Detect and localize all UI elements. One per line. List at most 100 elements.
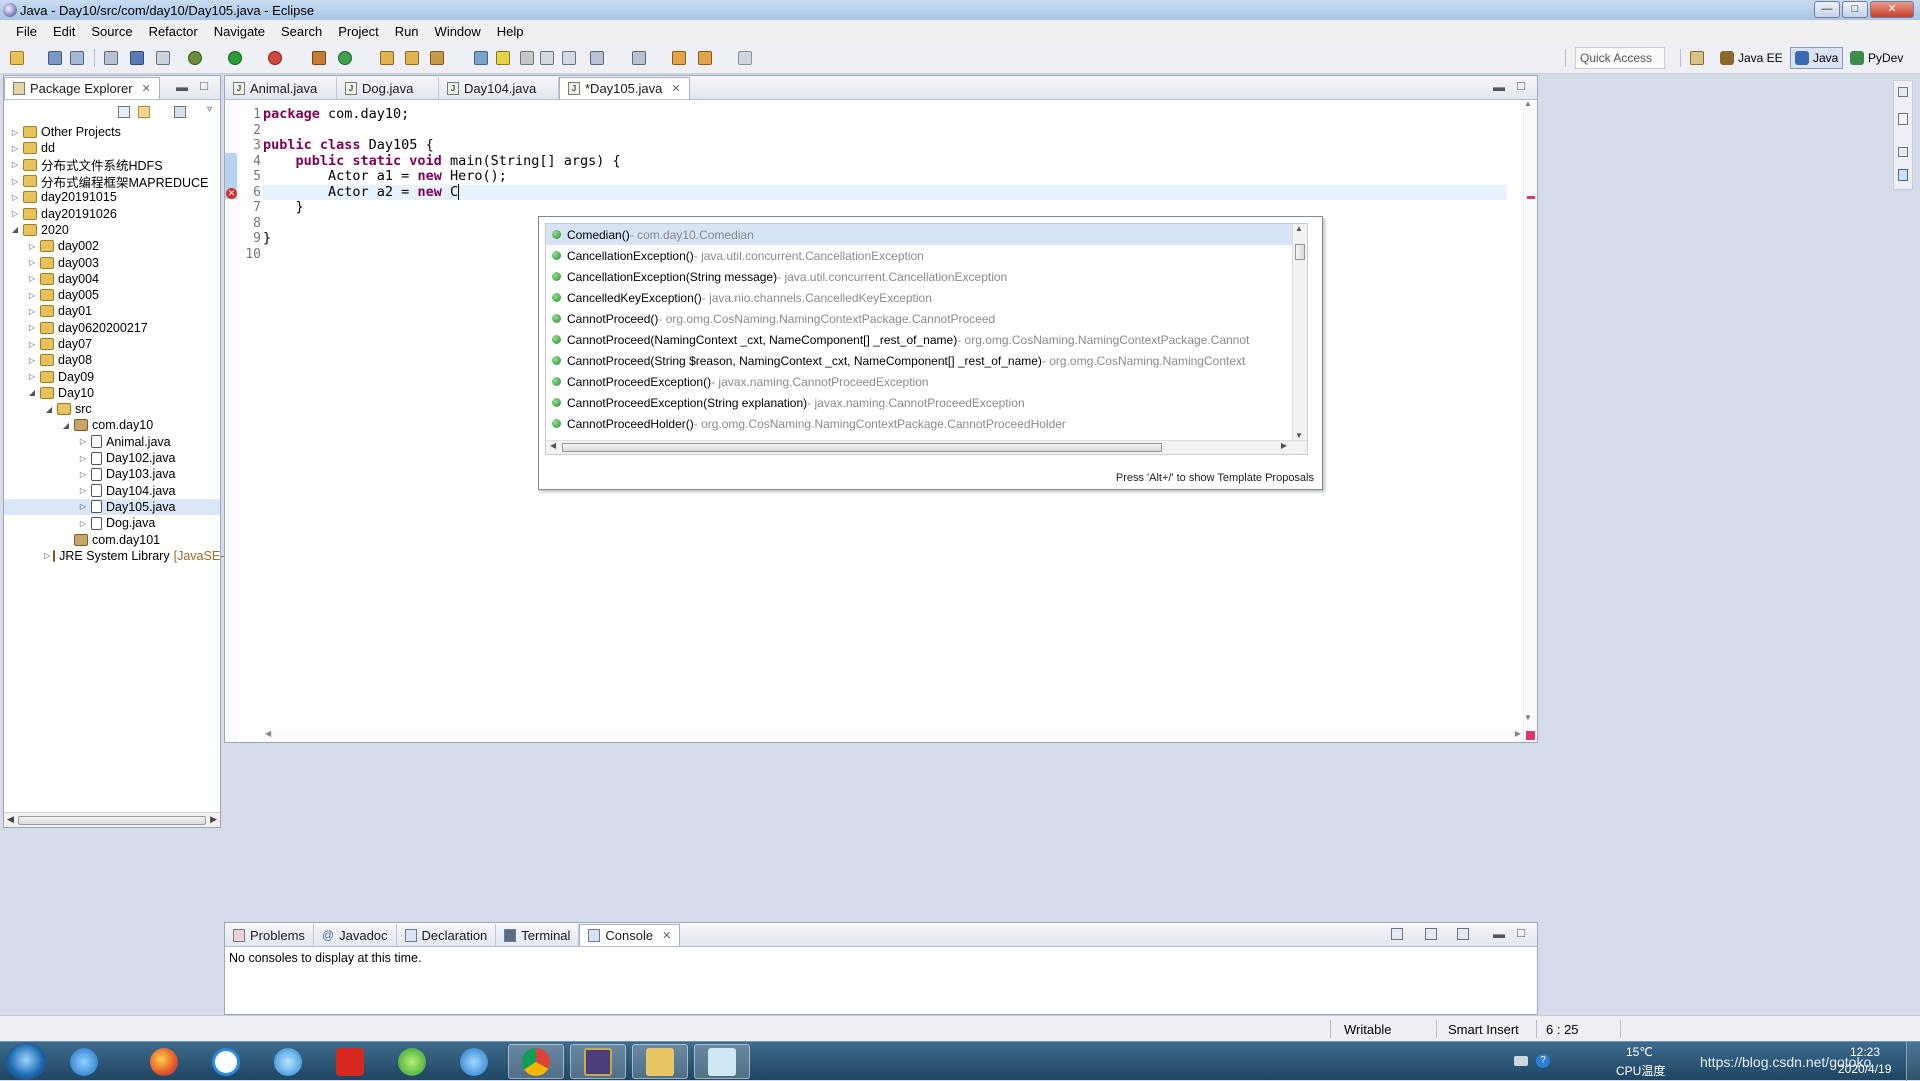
package-explorer-hscroll[interactable]: ◀ ▶ [4,812,220,827]
quick-access-field[interactable]: Quick Access [1575,47,1665,69]
expanded-arrow-icon[interactable]: ◢ [44,405,54,414]
clock-time[interactable]: 12:23 [1850,1045,1880,1059]
menu-project[interactable]: Project [330,24,386,39]
minimize-icon[interactable]: ▬ [1493,80,1505,94]
scroll-thumb[interactable] [1295,244,1305,260]
sync-taskbar-button[interactable] [384,1044,440,1079]
display-console-icon[interactable] [1425,928,1437,940]
code-line[interactable] [263,123,1507,139]
link-with-editor-icon[interactable] [138,106,150,118]
filter-icon[interactable] [174,106,186,118]
close-icon[interactable]: ✕ [662,929,671,942]
tree-item[interactable]: ▷ day004 [4,271,220,287]
proposal-item[interactable]: CancelledKeyException() - java.nio.chann… [546,287,1307,308]
collapsed-arrow-icon[interactable]: ▷ [27,323,37,332]
menu-file[interactable]: File [8,24,45,39]
minimize-button[interactable]: — [1814,1,1840,18]
tree-item[interactable]: ▷ day002 [4,238,220,254]
close-icon[interactable]: ✕ [142,82,151,95]
tree-item[interactable]: ▷ day08 [4,352,220,368]
collapsed-arrow-icon[interactable]: ▷ [27,372,37,381]
scroll-thumb[interactable] [562,443,1162,452]
tab-declaration[interactable]: Declaration [397,924,497,946]
highlight-icon[interactable] [496,51,510,65]
restore-icon-2[interactable] [1898,147,1908,157]
block-select-icon[interactable] [540,51,554,65]
menu-refactor[interactable]: Refactor [141,24,206,39]
firefox-taskbar-button[interactable] [136,1044,192,1079]
code-line[interactable]: Actor a2 = new C [263,183,1507,200]
prev-annotation-icon[interactable] [632,51,646,65]
content-assist-popup[interactable]: Comedian() - com.day10.Comedian Cancellat… [538,216,1323,490]
chrome-taskbar-button[interactable] [508,1044,564,1079]
restore-icon[interactable] [1898,87,1908,97]
menu-window[interactable]: Window [427,24,489,39]
maximize-icon[interactable]: □ [200,78,208,93]
tree-item[interactable]: ▷ day0620200217 [4,320,220,336]
proposal-item[interactable]: CancellationException() - java.util.conc… [546,245,1307,266]
new-java-project-icon[interactable] [312,51,326,65]
skip-breakpoints-icon[interactable] [156,51,170,65]
menu-navigate[interactable]: Navigate [206,24,273,39]
tab-console[interactable]: Console ✕ [579,924,681,946]
tree-item[interactable]: ▷ day005 [4,287,220,303]
maximize-button[interactable]: □ [1842,1,1868,18]
tree-item[interactable]: ▷ 分布式编程框架MAPREDUCE [4,173,220,190]
menu-help[interactable]: Help [489,24,532,39]
menu-run[interactable]: Run [387,24,427,39]
minimize-icon[interactable]: ▬ [176,80,188,94]
tree-item[interactable]: ◢ com.day10 [4,417,220,433]
maximize-icon[interactable]: □ [1517,925,1525,940]
save-all-icon[interactable] [70,51,84,65]
debug-icon[interactable] [188,51,202,65]
tree-item[interactable]: ▷ Day09 [4,368,220,384]
help-tray-icon[interactable]: ? [1536,1054,1550,1068]
proposal-item[interactable]: CannotProceed() - org.omg.CosNaming.Nami… [546,308,1307,329]
proposal-item[interactable]: CannotProceed(String $reason, NamingCont… [546,350,1307,371]
collapsed-arrow-icon[interactable]: ▷ [27,356,37,365]
collapsed-arrow-icon[interactable]: ▷ [27,340,37,349]
collapsed-arrow-icon[interactable]: ▷ [78,502,88,511]
expanded-arrow-icon[interactable]: ◢ [10,225,20,234]
perspective-java-ee[interactable]: Java EE [1716,47,1787,69]
proposal-hscroll[interactable]: ◀ ▶ [546,440,1307,454]
scroll-thumb[interactable] [18,816,206,825]
menu-search[interactable]: Search [273,24,330,39]
new-icon[interactable] [10,51,24,65]
eclipse-taskbar-button[interactable] [570,1044,626,1079]
collapsed-arrow-icon[interactable]: ▷ [27,258,37,267]
proposal-item[interactable]: CannotProceed(NamingContext _cxt, NameCo… [546,329,1307,350]
tree-item[interactable]: ▷ Day103.java [4,466,220,482]
run-icon[interactable] [228,51,242,65]
next-annotation-icon[interactable] [590,51,604,65]
collapsed-arrow-icon[interactable]: ▷ [78,437,88,446]
maximize-icon[interactable]: □ [1517,78,1525,93]
format-icon[interactable] [562,51,576,65]
tree-item[interactable]: com.day101 [4,531,220,547]
collapsed-arrow-icon[interactable]: ▷ [78,454,88,463]
search-icon[interactable] [430,51,444,65]
collapsed-arrow-icon[interactable]: ▷ [78,486,88,495]
pin-console-icon[interactable] [1391,928,1403,940]
tree-item[interactable]: ▷ day20191015 [4,189,220,205]
proposal-list[interactable]: Comedian() - com.day10.Comedian Cancellat… [545,223,1308,455]
open-perspective-icon[interactable] [1690,51,1704,65]
tree-item[interactable]: ▷ day003 [4,254,220,270]
collapsed-arrow-icon[interactable]: ▷ [27,274,37,283]
ie-old-taskbar-button[interactable] [446,1044,502,1079]
clock-date[interactable]: 2020/4/19 [1838,1062,1891,1076]
close-button[interactable]: ✕ [1870,1,1914,18]
run-external-icon[interactable] [268,51,282,65]
tree-item[interactable]: ▷ day01 [4,303,220,319]
task-list-icon[interactable] [1898,169,1908,181]
expanded-arrow-icon[interactable]: ◢ [27,388,37,397]
console-icon[interactable] [130,51,144,65]
proposal-item[interactable]: CannotProceedHolder() - org.omg.CosNamin… [546,413,1307,434]
cloud-taskbar-button[interactable] [260,1044,316,1079]
tab-problems[interactable]: Problems [225,924,314,946]
proposal-item[interactable]: CannotProceedException(String explanatio… [546,392,1307,413]
collapsed-arrow-icon[interactable]: ▷ [10,177,20,186]
collapsed-arrow-icon[interactable]: ▷ [10,209,20,218]
collapsed-arrow-icon[interactable]: ▷ [44,551,50,560]
tree-item[interactable]: ▷ day07 [4,336,220,352]
